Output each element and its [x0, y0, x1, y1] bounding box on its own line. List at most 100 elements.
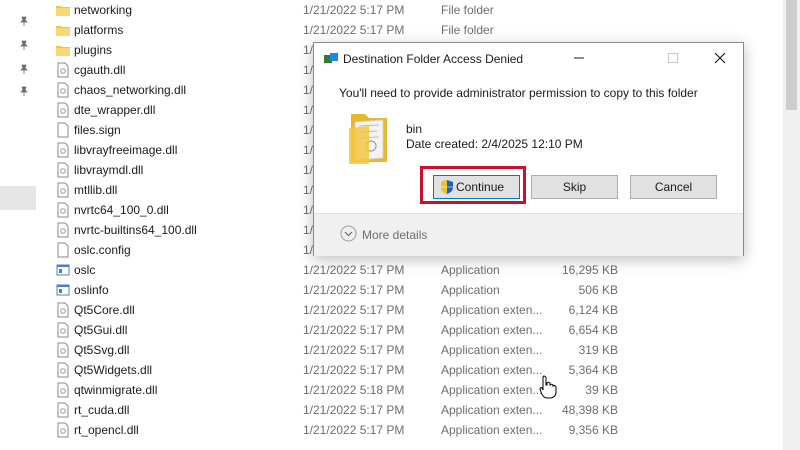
more-details-link[interactable]: More details	[362, 228, 427, 242]
file-row[interactable]: oslinfo 1/21/2022 5:17 PM Application 506 K…	[40, 280, 800, 300]
close-button[interactable]	[697, 43, 743, 74]
file-row[interactable]: qtwinmigrate.dll 1/21/2022 5:18 PM Applica…	[40, 380, 800, 400]
chevron-down-icon[interactable]	[340, 225, 357, 242]
pin-icon[interactable]	[19, 40, 29, 50]
access-denied-dialog: Destination Folder Access Denied You'll …	[313, 42, 744, 256]
file-date-modified: 1/21/2022 5:17 PM	[303, 323, 405, 337]
file-date-modified: 1/21/2022 5:17 PM	[303, 283, 405, 297]
dialog-footer: More details	[314, 213, 743, 256]
dll-file-icon	[57, 182, 69, 198]
dialog-titlebar: Destination Folder Access Denied	[314, 43, 743, 75]
file-date-modified: 1/	[303, 203, 314, 217]
file-type: Application exten...	[441, 343, 543, 357]
pin-icon[interactable]	[19, 64, 29, 74]
file-row[interactable]: rt_opencl.dll 1/21/2022 5:17 PM Applicatio…	[40, 420, 800, 440]
pin-icon[interactable]	[19, 16, 29, 26]
file-type: Application exten...	[441, 383, 543, 397]
file-name: rt_cuda.dll	[74, 403, 130, 417]
file-date-modified: 1/	[303, 43, 314, 57]
file-date-modified: 1/21/2022 5:17 PM	[303, 303, 405, 317]
file-name: Qt5Widgets.dll	[74, 363, 153, 377]
dll-file-icon	[57, 402, 69, 418]
navigation-pane	[0, 0, 40, 450]
file-type: Application exten...	[441, 303, 543, 317]
file-type: Application exten...	[441, 403, 543, 417]
file-date-modified: 1/	[303, 83, 314, 97]
dll-file-icon	[57, 202, 69, 218]
file-date-modified: 1/21/2022 5:17 PM	[303, 403, 405, 417]
file-date-modified: 1/	[303, 163, 314, 177]
file-size: 6,124 KB	[568, 303, 618, 317]
pin-icon[interactable]	[19, 86, 29, 96]
file-name: rt_opencl.dll	[74, 423, 139, 437]
file-size: 48,398 KB	[561, 403, 618, 417]
dialog-title: Destination Folder Access Denied	[343, 52, 524, 66]
file-name: chaos_networking.dll	[74, 83, 187, 97]
dll-file-icon	[57, 422, 69, 438]
file-type: Application exten...	[441, 363, 543, 377]
folder-date-created: Date created: 2/4/2025 12:10 PM	[406, 137, 583, 151]
minimize-icon	[574, 57, 584, 59]
file-date-modified: 1/	[303, 223, 314, 237]
file-name: oslc	[74, 263, 96, 277]
folder-icon	[56, 46, 70, 56]
file-name: Qt5Core.dll	[74, 303, 135, 317]
file-row[interactable]: Qt5Core.dll 1/21/2022 5:17 PM Application …	[40, 300, 800, 320]
application-icon	[56, 264, 70, 276]
file-date-modified: 1/	[303, 103, 314, 117]
file-date-modified: 1/21/2022 5:17 PM	[303, 3, 405, 17]
file-name: plugins	[74, 43, 113, 57]
file-date-modified: 1/	[303, 243, 314, 257]
nav-selected-item[interactable]	[0, 186, 36, 210]
file-type: Application exten...	[441, 323, 543, 337]
minimize-button[interactable]	[556, 43, 602, 74]
file-name: Qt5Gui.dll	[74, 323, 128, 337]
file-date-modified: 1/21/2022 5:17 PM	[303, 423, 405, 437]
file-size: 319 KB	[578, 343, 618, 357]
file-row[interactable]: oslc 1/21/2022 5:17 PM Application 16,295 K…	[40, 260, 800, 280]
file-row[interactable]: platforms 1/21/2022 5:17 PM File folder	[40, 20, 800, 40]
application-icon	[56, 284, 70, 296]
dll-file-icon	[57, 142, 69, 158]
file-icon	[57, 122, 69, 138]
file-type: Application exten...	[441, 423, 543, 437]
skip-button[interactable]: Skip	[531, 175, 618, 199]
folder-icon	[56, 6, 70, 16]
dll-file-icon	[57, 82, 69, 98]
file-row[interactable]: Qt5Gui.dll 1/21/2022 5:17 PM Application e…	[40, 320, 800, 340]
scrollbar-thumb[interactable]	[786, 0, 797, 110]
dll-file-icon	[57, 342, 69, 358]
file-size: 9,356 KB	[568, 423, 618, 437]
file-name: mtllib.dll	[74, 183, 118, 197]
file-name: Qt5Svg.dll	[74, 343, 130, 357]
dll-file-icon	[57, 222, 69, 238]
dll-file-icon	[57, 162, 69, 178]
dll-file-icon	[57, 302, 69, 318]
file-name: libvrayfreeimage.dll	[74, 143, 178, 157]
dll-file-icon	[57, 62, 69, 78]
file-name: nvrtc64_100_0.dll	[74, 203, 169, 217]
folder-name: bin	[406, 122, 423, 136]
file-row[interactable]: Qt5Widgets.dll 1/21/2022 5:17 PM Applicati…	[40, 360, 800, 380]
file-date-modified: 1/21/2022 5:17 PM	[303, 23, 405, 37]
permission-message: You'll need to provide administrator per…	[339, 86, 698, 100]
file-row[interactable]: Qt5Svg.dll 1/21/2022 5:17 PM Application e…	[40, 340, 800, 360]
move-folder-icon	[324, 53, 338, 63]
file-type: Application	[441, 263, 500, 277]
file-name: files.sign	[74, 123, 121, 137]
file-name: libvraymdl.dll	[74, 163, 144, 177]
file-row[interactable]: networking 1/21/2022 5:17 PM File folder	[40, 0, 800, 20]
file-date-modified: 1/21/2022 5:17 PM	[303, 343, 405, 357]
file-row[interactable]: rt_cuda.dll 1/21/2022 5:17 PM Application …	[40, 400, 800, 420]
file-date-modified: 1/21/2022 5:18 PM	[303, 383, 405, 397]
dll-file-icon	[57, 102, 69, 118]
file-name: platforms	[74, 23, 124, 37]
dll-file-icon	[57, 362, 69, 378]
cancel-button[interactable]: Cancel	[630, 175, 717, 199]
maximize-button[interactable]	[650, 43, 696, 74]
file-size: 6,654 KB	[568, 323, 618, 337]
hand-cursor-icon	[539, 375, 557, 399]
continue-highlight-box	[420, 166, 526, 204]
file-name: nvrtc-builtins64_100.dll	[74, 223, 197, 237]
file-type: File folder	[441, 23, 494, 37]
